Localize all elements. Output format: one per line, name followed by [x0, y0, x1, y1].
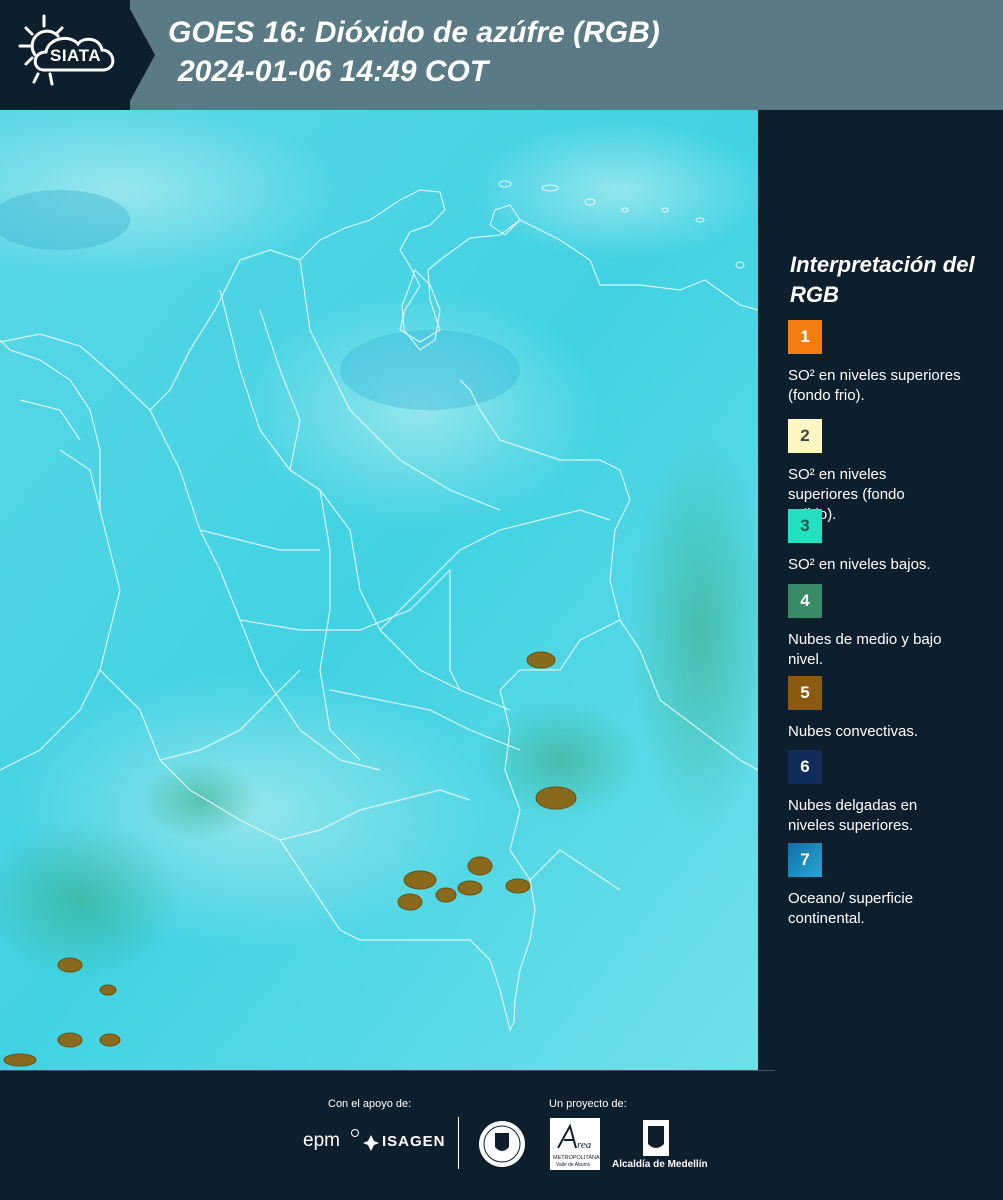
legend-label: SO² en niveles superiores (fondo frio).: [788, 367, 961, 404]
rgb-legend: Interpretación del RGB 1 SO² en niveles …: [758, 110, 1003, 1070]
legend-label: Nubes delgadas en niveles superiores.: [788, 797, 918, 834]
epm-logo: epm: [303, 1130, 340, 1151]
legend-swatch: 7: [788, 843, 822, 877]
legend-label: Nubes convectivas.: [788, 723, 919, 740]
logo-arrow: [125, 0, 155, 110]
footer: Con el apoyo de: Un proyecto de: epm ISA…: [0, 1070, 1003, 1200]
footer-logo-divider: [458, 1117, 459, 1169]
legend-label: Oceano/ superficie continental.: [788, 890, 914, 927]
legend-swatch: 1: [788, 320, 822, 354]
legend-item-1: 1 SO² en niveles superiores (fondo frio)…: [788, 320, 998, 406]
legend-label: Nubes de medio y bajo nivel.: [788, 631, 942, 668]
isagen-logo: ISAGEN: [382, 1133, 446, 1150]
page-title: GOES 16: Dióxido de azúfre (RGB): [168, 16, 660, 49]
legend-item-5: 5 Nubes convectivas.: [788, 676, 998, 742]
logo-text: SIATA: [50, 46, 101, 65]
svg-text:Valle de Aburrá: Valle de Aburrá: [556, 1162, 590, 1168]
legend-item-4: 4 Nubes de medio y bajo nivel.: [788, 584, 998, 670]
satellite-map[interactable]: [0, 110, 758, 1070]
map-image: [0, 110, 758, 1070]
legend-swatch: 3: [788, 509, 822, 543]
legend-label: SO² en niveles bajos.: [788, 556, 931, 573]
legend-swatch: 6: [788, 750, 822, 784]
page-timestamp: 2024-01-06 14:49 COT: [178, 55, 489, 88]
medellin-seal-icon: [479, 1121, 525, 1167]
svg-text:rea: rea: [577, 1139, 592, 1151]
legend-title: Interpretación del RGB: [790, 252, 975, 307]
alcaldia-label: Alcaldía de Medellín: [612, 1159, 708, 1170]
legend-swatch: 4: [788, 584, 822, 618]
legend-swatch: 2: [788, 419, 822, 453]
isagen-icon: [363, 1135, 379, 1151]
project-label: Un proyecto de:: [549, 1098, 627, 1110]
legend-swatch: 5: [788, 676, 822, 710]
area-metropolitana-logo: rea METROPOLITANA Valle de Aburrá: [550, 1118, 600, 1170]
header-bar: SIATA GOES 16: Dióxido de azúfre (RGB) 2…: [0, 0, 1003, 110]
legend-item-3: 3 SO² en niveles bajos.: [788, 509, 998, 575]
support-label: Con el apoyo de:: [328, 1098, 412, 1110]
svg-text:METROPOLITANA: METROPOLITANA: [553, 1155, 600, 1161]
siata-logo: SIATA: [0, 0, 130, 110]
legend-item-7: 7 Oceano/ superficie continental.: [788, 843, 998, 929]
alcaldia-shield-icon: [643, 1120, 669, 1156]
legend-item-6: 6 Nubes delgadas en niveles superiores.: [788, 750, 998, 836]
registered-icon: [351, 1129, 359, 1137]
footer-divider: [0, 1070, 775, 1071]
